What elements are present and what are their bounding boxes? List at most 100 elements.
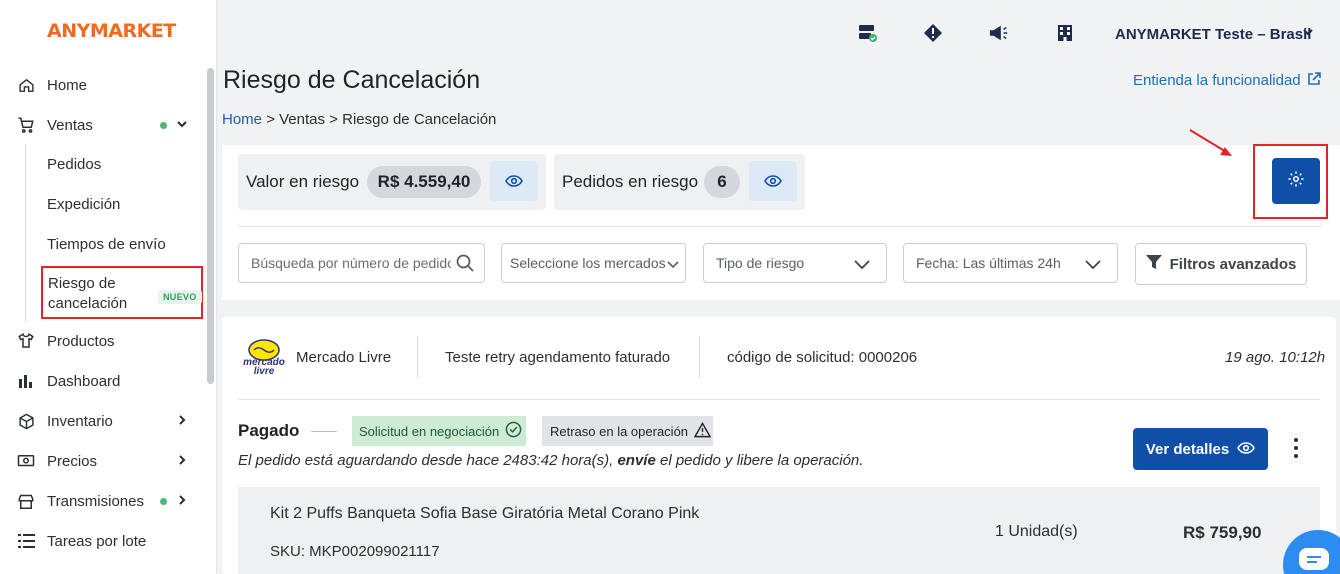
delay-badge-label: Retraso en la operación <box>550 423 689 439</box>
sidebar-item-home[interactable]: Home <box>0 67 205 103</box>
order-status: Pagado <box>238 421 300 440</box>
order-date: 19 ago. 10:12h <box>1225 349 1326 366</box>
divider <box>238 226 1322 227</box>
divider <box>238 399 1320 400</box>
bar-chart-icon <box>17 372 35 390</box>
sidebar-scrollbar[interactable] <box>207 68 214 384</box>
eye-icon[interactable] <box>749 161 797 201</box>
product-price: R$ 759,90 <box>1183 523 1262 542</box>
sidebar-subitem-expedicion[interactable]: Expedición <box>47 196 120 213</box>
negotiation-badge-label: Solicitud en negociación <box>359 423 500 439</box>
sidebar-item-label: Productos <box>47 332 115 350</box>
marketplace-select[interactable]: Seleccione los mercados <box>501 243 686 283</box>
chevron-down-icon <box>1085 257 1101 273</box>
home-icon <box>17 76 35 94</box>
chevron-down-icon <box>854 257 870 273</box>
order-request-code: código de solicitud: 0000206 <box>727 349 918 366</box>
mercado-livre-logo-text: mercado livre <box>243 357 285 377</box>
sidebar-item-label: Tareas por lote <box>47 532 147 550</box>
sidebar-item-productos[interactable]: Productos <box>0 323 205 359</box>
product-row <box>238 487 1320 574</box>
divider <box>417 336 418 378</box>
money-icon <box>17 452 35 470</box>
breadcrumb-current: Riesgo de Cancelación <box>342 111 497 128</box>
message-emphasis: envíe <box>617 452 656 469</box>
date-select[interactable]: Fecha: Las últimas 24h <box>903 243 1118 283</box>
external-link-icon[interactable] <box>1307 72 1321 91</box>
eye-icon[interactable] <box>490 161 538 201</box>
search-icon <box>456 254 474 275</box>
advanced-filters-button[interactable]: Filtros avanzados <box>1135 243 1307 285</box>
sidebar-item-precios[interactable]: Precios <box>0 443 205 479</box>
account-switcher[interactable]: ANYMARKET Teste – Brasil <box>1115 26 1311 43</box>
product-sku: SKU: MKP002099021117 <box>270 543 440 560</box>
list-icon <box>17 532 35 550</box>
cart-icon <box>17 116 35 134</box>
date-select-value: Fecha: Las últimas 24h <box>916 255 1061 271</box>
sidebar-item-label: Home <box>47 76 88 94</box>
sidebar-item-label: Precios <box>47 452 98 470</box>
submenu-guide-line <box>25 144 26 322</box>
risk-type-value: Tipo de riesgo <box>716 255 805 271</box>
view-details-label: Ver detalles <box>1145 440 1230 458</box>
chevron-down-icon <box>176 118 188 133</box>
chevron-right-icon <box>176 414 188 429</box>
value-at-risk-card: Valor en riesgo R$ 4.559,40 <box>238 154 546 210</box>
check-circle-icon <box>505 421 522 441</box>
server-check-icon[interactable] <box>858 23 878 43</box>
message-text: el pedido y libere la operación. <box>655 452 864 469</box>
product-name: Kit 2 Puffs Banqueta Sofia Base Giratóri… <box>270 505 700 522</box>
delay-badge: Retraso en la operación <box>542 416 713 446</box>
page-title: Riesgo de Cancelación <box>223 66 481 94</box>
help-link[interactable]: Entienda la funcionalidad <box>1133 72 1301 89</box>
sidebar-item-label: Ventas <box>47 116 93 134</box>
search-placeholder: Búsqueda por número de pedido <box>251 255 451 271</box>
message-text: El pedido está aguardando desde hace 248… <box>238 452 618 469</box>
sidebar-item-transmisiones[interactable]: Transmisiones <box>0 483 205 519</box>
breadcrumb-separator: > <box>266 111 275 128</box>
annotation-arrow <box>1189 129 1232 156</box>
order-account: Teste retry agendamento faturado <box>445 349 671 366</box>
store-icon <box>17 492 35 510</box>
more-options-icon[interactable] <box>1288 436 1304 460</box>
sidebar-subitem-tiempos[interactable]: Tiempos de envío <box>47 236 166 253</box>
breadcrumb: Home > Ventas > Riesgo de Cancelación <box>222 111 496 128</box>
warning-diamond-icon[interactable] <box>923 23 943 43</box>
app-logo[interactable]: ANYMARKET <box>47 20 176 42</box>
chevron-right-icon <box>176 494 188 509</box>
risk-type-select[interactable]: Tipo de riesgo <box>703 243 887 283</box>
orders-at-risk-label: Pedidos en riesgo <box>562 172 699 191</box>
gear-icon <box>1287 170 1305 193</box>
chevron-down-icon[interactable] <box>1302 26 1314 41</box>
breadcrumb-separator: > <box>329 111 338 128</box>
warning-triangle-icon <box>693 421 712 441</box>
order-status-message: El pedido está aguardando desde hace 248… <box>238 452 863 469</box>
sidebar-item-ventas[interactable]: Ventas <box>0 107 205 143</box>
marketplace-select-value: Seleccione los mercados <box>510 255 665 271</box>
orders-at-risk-count: 6 <box>704 166 740 198</box>
value-at-risk-amount: R$ 4.559,40 <box>367 166 481 198</box>
advanced-filters-label: Filtros avanzados <box>1169 255 1297 273</box>
filter-icon <box>1145 254 1162 274</box>
sidebar-subitem-pedidos[interactable]: Pedidos <box>47 156 101 173</box>
sidebar: ANYMARKET Home Ventas Pedidos Expedición… <box>0 0 217 574</box>
box-icon <box>17 412 35 430</box>
sidebar-item-inventario[interactable]: Inventario <box>0 403 205 439</box>
search-input[interactable]: Búsqueda por número de pedido <box>238 243 485 283</box>
status-dot <box>160 497 167 505</box>
status-dot <box>160 121 167 129</box>
sidebar-item-label: Inventario <box>47 412 113 430</box>
settings-button[interactable] <box>1272 158 1320 204</box>
megaphone-icon[interactable] <box>989 23 1009 43</box>
sidebar-item-label: Transmisiones <box>47 492 144 510</box>
sidebar-item-tareas[interactable]: Tareas por lote <box>0 523 205 559</box>
breadcrumb-home[interactable]: Home <box>222 111 262 128</box>
breadcrumb-section[interactable]: Ventas <box>279 111 325 128</box>
chevron-down-icon <box>667 257 679 273</box>
chat-icon <box>1299 548 1329 574</box>
sidebar-subitem-riesgo[interactable]: Riesgo de cancelación NUEVO <box>41 266 203 319</box>
sidebar-item-dashboard[interactable]: Dashboard <box>0 363 205 399</box>
view-details-button[interactable]: Ver detalles <box>1133 428 1268 470</box>
building-icon[interactable] <box>1055 23 1075 43</box>
sidebar-subitem-label: Riesgo de cancelación <box>48 275 128 312</box>
